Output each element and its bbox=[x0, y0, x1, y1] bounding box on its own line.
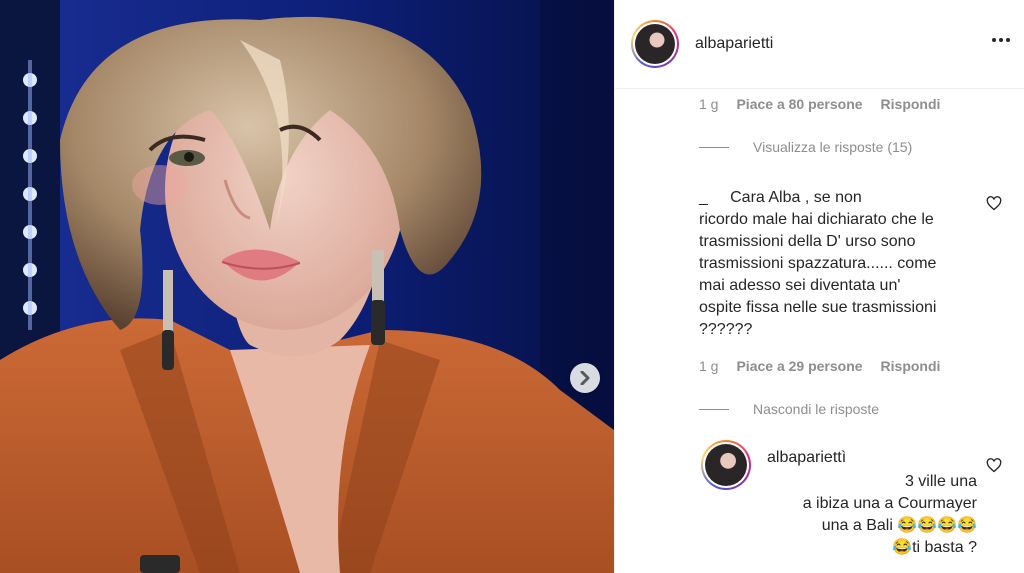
post-image bbox=[0, 0, 614, 573]
comment-time[interactable]: 1 g bbox=[699, 358, 718, 374]
comment-time[interactable]: 1 g bbox=[699, 96, 718, 112]
reply-button[interactable]: Rispondi bbox=[881, 96, 941, 112]
view-replies-toggle[interactable]: Visualizza le risposte (15) bbox=[699, 139, 912, 155]
avatar[interactable] bbox=[631, 20, 679, 68]
reply-username[interactable]: albapariettì bbox=[767, 449, 846, 467]
comment-meta: 1 g Piace a 80 persone Rispondi bbox=[699, 96, 940, 112]
post-side-panel: albaparietti 1 g Piace a 80 persone Risp… bbox=[614, 0, 1024, 573]
reply-text: 3 ville una a ibiza una a Courmayer una … bbox=[802, 473, 977, 556]
post-header: albaparietti bbox=[615, 0, 1024, 89]
comment-text: _ Cara Alba , se non ricordo male hai di… bbox=[699, 189, 937, 338]
next-image-button[interactable] bbox=[570, 363, 600, 393]
divider-line bbox=[699, 146, 729, 148]
heart-icon[interactable] bbox=[986, 458, 1002, 473]
heart-icon[interactable] bbox=[986, 196, 1002, 211]
comment-meta: 1 g Piace a 29 persone Rispondi bbox=[699, 358, 940, 374]
hide-replies-toggle[interactable]: Nascondi le risposte bbox=[699, 401, 879, 417]
view-replies-label: Visualizza le risposte (15) bbox=[753, 139, 913, 155]
more-horizontal-icon[interactable] bbox=[992, 38, 1010, 42]
header-username[interactable]: albaparietti bbox=[695, 35, 773, 53]
hide-replies-label: Nascondi le risposte bbox=[753, 401, 880, 417]
post-photo[interactable] bbox=[0, 0, 614, 573]
comment-likes[interactable]: Piace a 80 persone bbox=[736, 96, 862, 112]
comment-likes[interactable]: Piace a 29 persone bbox=[736, 358, 862, 374]
chevron-right-icon bbox=[580, 371, 590, 385]
reply-button[interactable]: Rispondi bbox=[881, 358, 941, 374]
divider-line bbox=[699, 408, 729, 410]
reply-avatar[interactable] bbox=[701, 440, 751, 490]
